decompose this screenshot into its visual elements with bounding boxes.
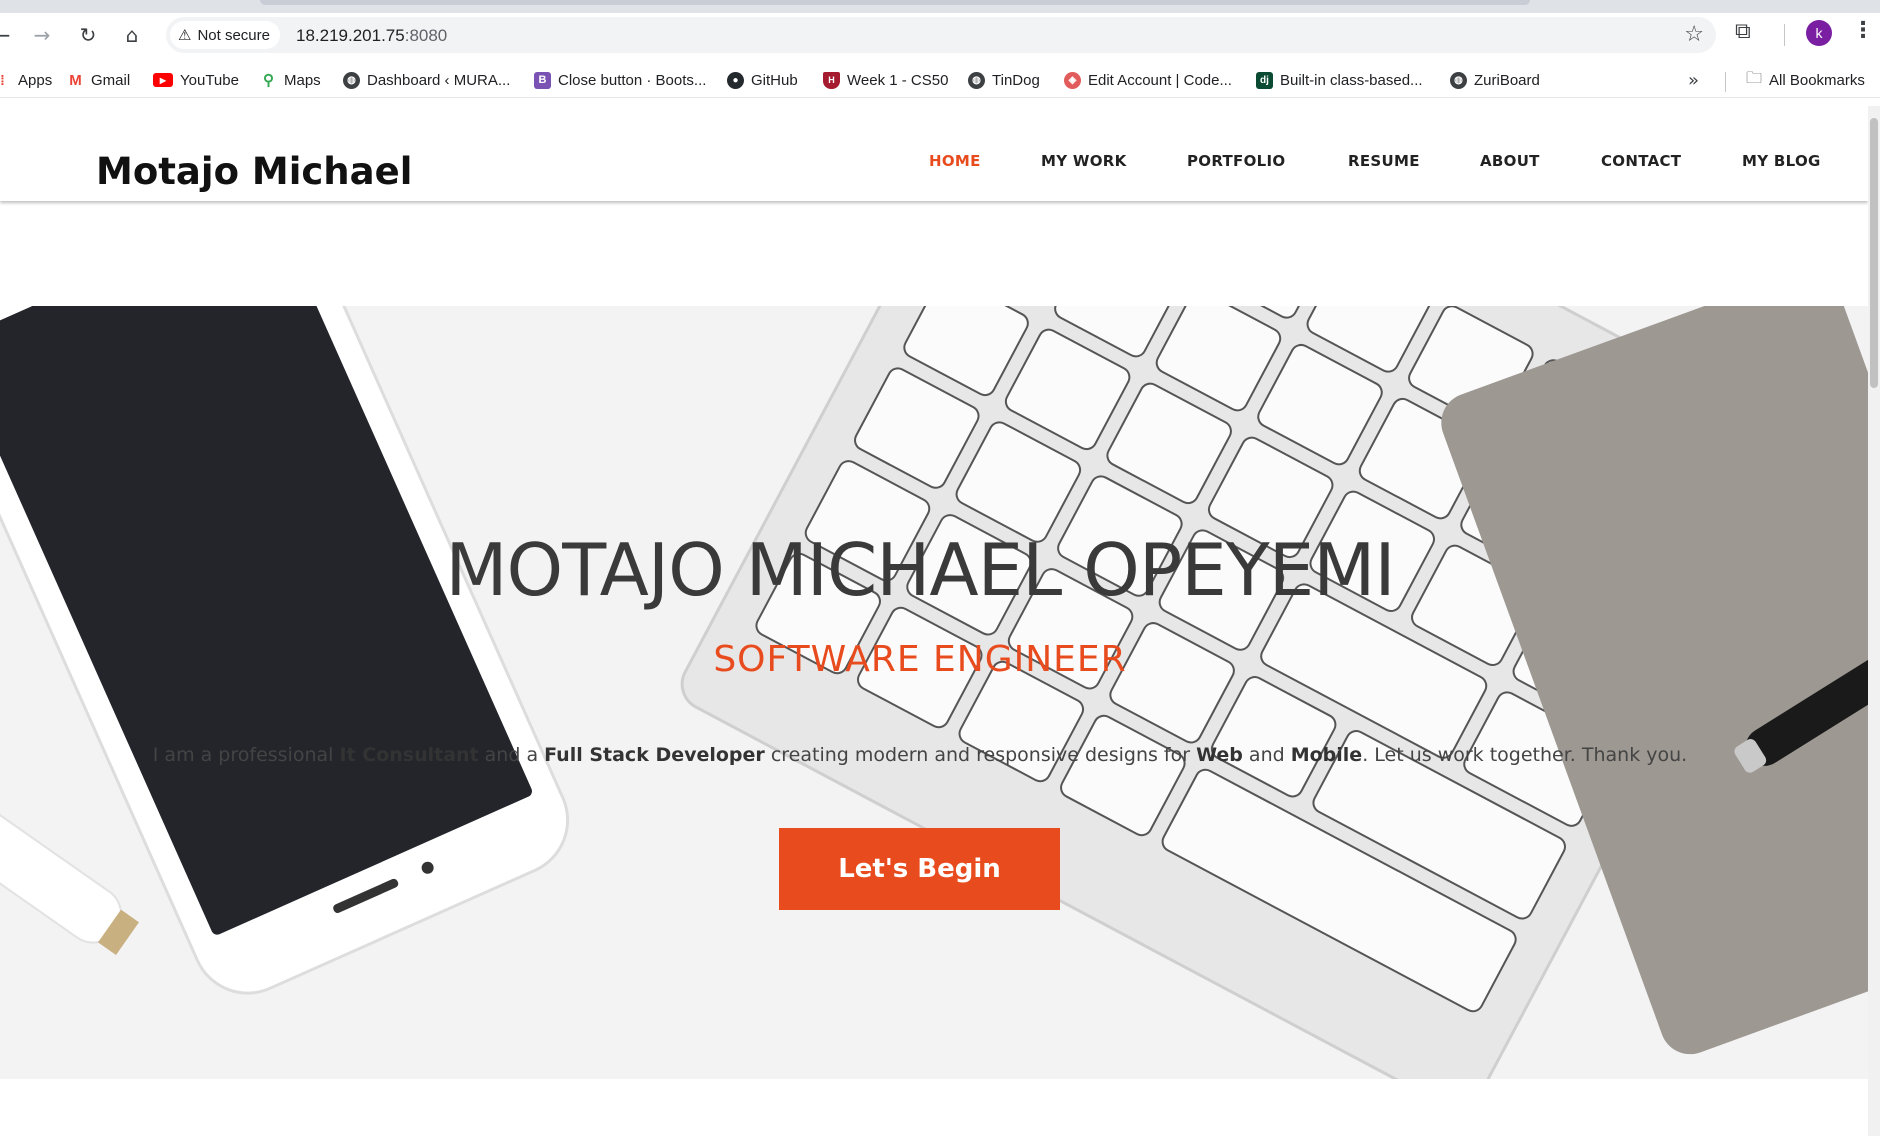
harvard-shield-icon: H — [823, 71, 840, 89]
nav-my-blog[interactable]: MY BLOG — [1742, 152, 1821, 170]
intro-text: and a — [478, 744, 545, 766]
nav-home[interactable]: HOME — [929, 152, 981, 170]
globe-icon: ◍ — [1450, 71, 1467, 89]
apps-grid-icon: ⁞ — [0, 72, 5, 88]
bookmark-label: Dashboard ‹ MURA... — [367, 71, 511, 89]
github-icon: ● — [727, 71, 744, 89]
bookmark-apps[interactable]: ⁞ Apps — [0, 68, 52, 92]
bookmark-github[interactable]: ● GitHub — [727, 68, 798, 92]
tab-strip — [0, 0, 1880, 13]
bookmark-label: YouTube — [180, 71, 239, 89]
bookmark-tindog[interactable]: ◍ TinDog — [968, 68, 1040, 92]
globe-icon: ◍ — [343, 71, 360, 89]
active-tab-edge[interactable] — [260, 0, 1530, 5]
more-bookmarks-icon[interactable]: » — [1688, 70, 1699, 91]
bookmark-dashboard[interactable]: ◍ Dashboard ‹ MURA... — [343, 68, 510, 92]
bookmarks-bar: ⁞ Apps M Gmail ▶ YouTube ⚲ Maps ◍ Dashbo… — [0, 62, 1880, 98]
codepen-icon: ◈ — [1064, 71, 1081, 89]
security-label: Not secure — [197, 26, 270, 44]
hero-title: MOTAJO MICHAEL OPEYEMI — [445, 528, 1395, 612]
folder-icon: 🗀 — [1746, 69, 1763, 87]
nav-my-work[interactable]: MY WORK — [1041, 152, 1127, 170]
site-brand[interactable]: Motajo Michael — [96, 150, 412, 193]
scrollbar-thumb[interactable] — [1870, 118, 1878, 388]
bookmark-label: GitHub — [751, 71, 798, 89]
bookmark-label: TinDog — [992, 71, 1040, 89]
maps-pin-icon: ⚲ — [263, 72, 274, 89]
youtube-icon: ▶ — [153, 73, 173, 87]
site-info-chip[interactable]: ⚠ Not secure — [170, 21, 280, 49]
bookmark-label: ZuriBoard — [1474, 71, 1540, 89]
intro-text: creating modern and responsive designs f… — [764, 744, 1197, 766]
warning-icon: ⚠ — [178, 27, 192, 44]
bookmark-youtube[interactable]: ▶ YouTube — [153, 68, 239, 92]
extensions-puzzle-icon[interactable]: ⧉ — [1735, 19, 1751, 44]
bookmark-label: Week 1 - CS50 — [847, 71, 949, 89]
web-page: Motajo Michael HOME MY WORK PORTFOLIO RE… — [0, 106, 1868, 1136]
bookmark-gmail[interactable]: M Gmail — [67, 68, 130, 92]
intro-emphasis: Web — [1196, 744, 1243, 766]
forward-icon[interactable]: → — [26, 19, 58, 51]
browser-toolbar: ← → ↻ ⌂ ⚠ Not secure 18.219.201.75:8080 … — [0, 13, 1880, 56]
profile-avatar[interactable]: k — [1806, 20, 1832, 46]
bookmark-label: Close button · Boots... — [558, 71, 707, 89]
site-header: Motajo Michael HOME MY WORK PORTFOLIO RE… — [0, 106, 1868, 201]
bookmark-star-icon[interactable]: ☆ — [1684, 22, 1704, 47]
django-icon: dj — [1256, 71, 1273, 89]
bookmark-django[interactable]: dj Built-in class-based... — [1256, 68, 1423, 92]
page-scrollbar[interactable] — [1868, 106, 1880, 1136]
all-bookmarks-folder[interactable]: 🗀 All Bookmarks — [1746, 68, 1865, 92]
reload-icon[interactable]: ↻ — [72, 19, 104, 51]
hero-background-photo — [0, 306, 1868, 1079]
url-host: 18.219.201.75 — [296, 26, 405, 45]
globe-icon: ◍ — [968, 71, 985, 89]
intro-text: I am a professional — [152, 744, 340, 766]
intro-emphasis: Full Stack Developer — [544, 744, 765, 766]
url-text[interactable]: 18.219.201.75:8080 — [296, 26, 447, 46]
hero-section: MOTAJO MICHAEL OPEYEMI SOFTWARE ENGINEER… — [0, 306, 1868, 1079]
url-port: :8080 — [404, 26, 448, 45]
nav-resume[interactable]: RESUME — [1348, 152, 1420, 170]
all-bookmarks-label: All Bookmarks — [1769, 71, 1865, 89]
intro-emphasis: Mobile — [1290, 744, 1363, 766]
bookmark-label: Gmail — [91, 71, 131, 89]
hero-intro: I am a professional It Consultant and a … — [0, 744, 1840, 766]
address-bar[interactable]: ⚠ Not secure 18.219.201.75:8080 ☆ — [166, 17, 1716, 53]
intro-text: . Let us work together. Thank you. — [1362, 744, 1688, 766]
bookmark-label: Maps — [284, 71, 321, 89]
nav-portfolio[interactable]: PORTFOLIO — [1187, 152, 1285, 170]
bookmark-cs50[interactable]: H Week 1 - CS50 — [823, 68, 948, 92]
intro-text: and — [1242, 744, 1291, 766]
intro-emphasis: It Consultant — [339, 744, 479, 766]
bookmarks-divider — [1725, 72, 1726, 92]
nav-about[interactable]: ABOUT — [1480, 152, 1540, 170]
bookmark-maps[interactable]: ⚲ Maps — [260, 68, 321, 92]
bookmark-label: Edit Account | Code... — [1088, 71, 1232, 89]
nav-contact[interactable]: CONTACT — [1601, 152, 1681, 170]
bookmark-bootstrap[interactable]: B Close button · Boots... — [534, 68, 706, 92]
bookmark-codepen[interactable]: ◈ Edit Account | Code... — [1064, 68, 1232, 92]
back-icon[interactable]: ← — [0, 19, 18, 51]
toolbar-divider — [1784, 24, 1785, 46]
bookmark-label: Built-in class-based... — [1280, 71, 1423, 89]
bootstrap-icon: B — [534, 71, 551, 89]
bookmark-zuriboard[interactable]: ◍ ZuriBoard — [1450, 68, 1540, 92]
hero-subtitle: SOFTWARE ENGINEER — [713, 639, 1127, 680]
bookmark-label: Apps — [18, 71, 53, 89]
browser-menu-icon[interactable]: ⋮ — [1852, 18, 1874, 43]
home-icon[interactable]: ⌂ — [116, 19, 148, 51]
lets-begin-button[interactable]: Let's Begin — [779, 828, 1060, 910]
gmail-icon: M — [69, 71, 82, 89]
